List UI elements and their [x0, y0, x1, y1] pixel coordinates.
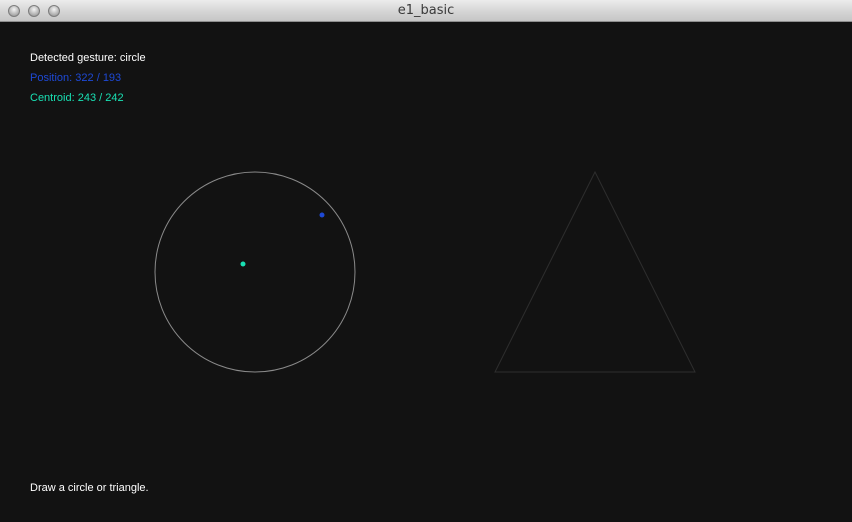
centroid-label: Centroid:	[30, 92, 75, 104]
centroid-text: Centroid: 243 / 242	[30, 92, 124, 104]
position-separator: /	[96, 72, 100, 84]
drawn-circle-outline	[154, 171, 356, 373]
centroid-x-value: 243	[77, 92, 97, 104]
title-bar[interactable]: e1_basic	[0, 0, 852, 22]
position-text: Position: 322 / 193	[30, 72, 121, 84]
position-x-value: 322	[75, 72, 94, 84]
position-label: Position:	[30, 72, 73, 84]
app-window: e1_basic Detected gesture: circle Positi…	[0, 0, 852, 522]
gesture-label: Detected gesture:	[30, 52, 117, 64]
drawing-canvas[interactable]: Detected gesture: circle Position: 322 /…	[0, 22, 852, 522]
detected-gesture-text: Detected gesture: circle	[30, 52, 146, 64]
instruction-hint: Draw a circle or triangle.	[30, 482, 149, 494]
centroid-y-value: 242	[105, 92, 124, 104]
centroid-separator: /	[99, 92, 103, 104]
window-title: e1_basic	[397, 3, 455, 18]
gesture-drawing	[154, 170, 696, 373]
centroid-marker	[240, 261, 246, 267]
gesture-value: circle	[119, 52, 146, 64]
triangle-template-outline	[494, 170, 696, 373]
position-marker	[319, 212, 325, 218]
position-y-value: 193	[102, 72, 122, 84]
